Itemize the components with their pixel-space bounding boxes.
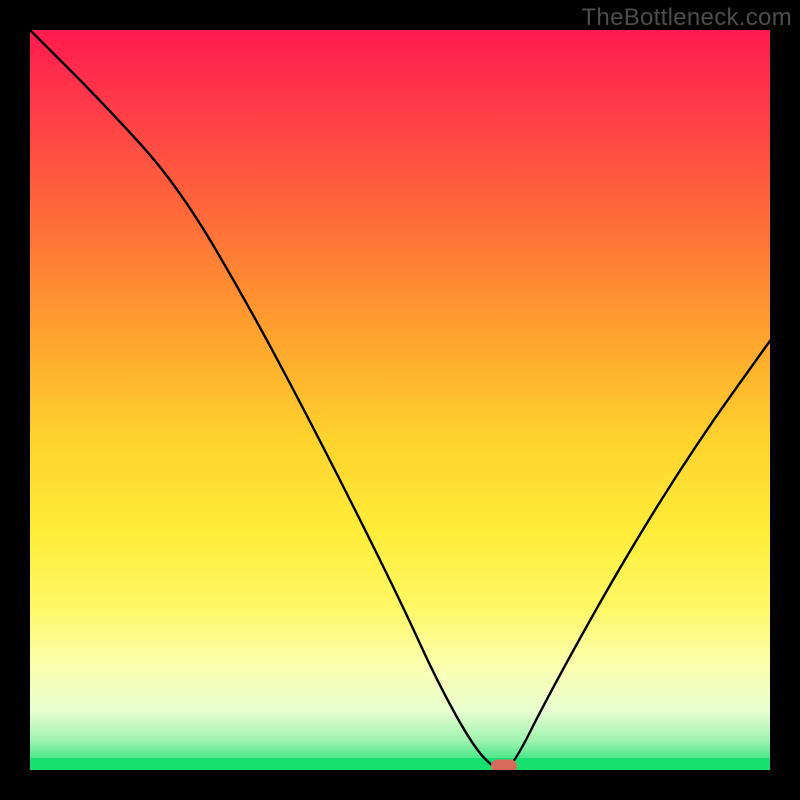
plot-area — [30, 30, 770, 770]
chart-frame: TheBottleneck.com — [0, 0, 800, 800]
optimal-point-marker — [491, 760, 517, 771]
bottleneck-curve — [30, 30, 770, 770]
watermark-text: TheBottleneck.com — [581, 4, 792, 32]
